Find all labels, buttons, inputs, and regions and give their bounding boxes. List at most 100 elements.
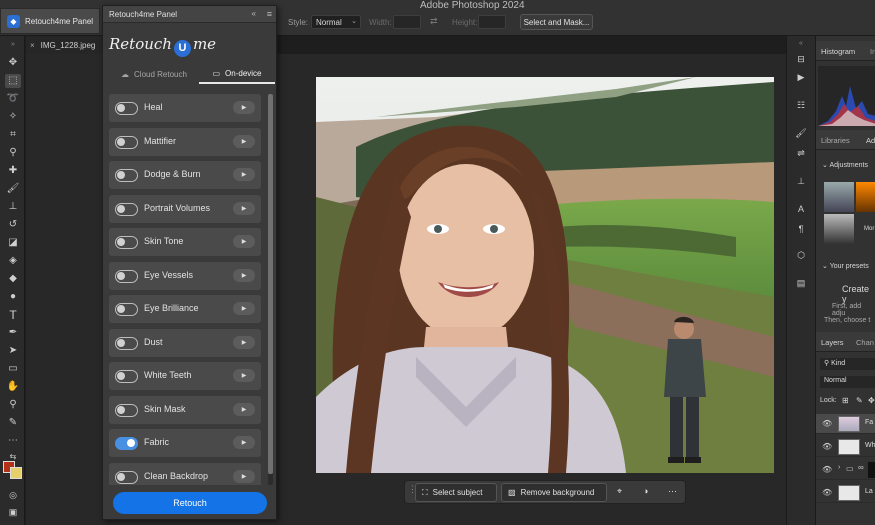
quick-mask-icon[interactable]: ◎ — [5, 488, 21, 502]
collapse-panel-icon[interactable]: « — [252, 9, 256, 18]
toggle-switch[interactable] — [115, 269, 138, 283]
collapse-icon[interactable]: » — [5, 38, 21, 52]
eye-icon[interactable]: 👁 — [822, 419, 832, 428]
swap-icon[interactable]: ⇄ — [430, 16, 438, 27]
lock-pixels-icon[interactable]: ⊞ — [842, 396, 849, 405]
eye-icon[interactable]: 👁 — [822, 465, 832, 474]
tab-libraries[interactable]: Libraries — [821, 136, 850, 145]
style-select[interactable]: Normal ⌄ — [311, 15, 361, 29]
toggle-switch[interactable] — [115, 236, 138, 249]
paint-bucket-tool-icon[interactable]: ◈ — [5, 254, 21, 268]
layer-group-row[interactable]: 👁 › ▭ ∞ — [816, 460, 875, 480]
retouch-tool-row[interactable]: White Teeth ▶ — [109, 362, 261, 390]
adjust-sliders-icon[interactable]: ⇌ — [794, 148, 808, 160]
retouch-tool-row[interactable]: Portrait Volumes ▶ — [109, 194, 261, 223]
collapse-icon[interactable]: « — [794, 40, 808, 52]
retouch-tool-row[interactable]: Heal ▶ — [109, 94, 261, 122]
brush-tool-icon[interactable]: 🖌 — [5, 182, 21, 196]
transform-icon[interactable]: ⌖ — [617, 486, 622, 497]
layer-row[interactable]: 👁 Fa — [816, 414, 875, 434]
retouch-tool-row[interactable]: Dust ▶ — [109, 328, 261, 357]
zoom-tool-icon[interactable]: ⚲ — [5, 398, 21, 412]
play-icon[interactable]: ▶ — [233, 469, 255, 483]
eye-icon[interactable]: 👁 — [822, 442, 832, 451]
select-subject-button[interactable]: ⛶ Select subject — [415, 483, 497, 502]
close-icon[interactable]: × — [30, 41, 35, 50]
play-icon[interactable]: ▶ — [233, 335, 255, 349]
healing-brush-tool-icon[interactable]: ✚ — [5, 164, 21, 178]
tab-layers[interactable]: Layers — [821, 338, 844, 347]
history-brush-tool-icon[interactable]: ↺ — [5, 218, 21, 232]
layer-row[interactable]: 👁 La — [816, 483, 875, 503]
retouch-tool-row[interactable]: Skin Tone ▶ — [109, 228, 261, 256]
retouch-tool-row[interactable]: Fabric ▶ — [109, 429, 261, 457]
tab-channels[interactable]: Chan — [856, 338, 874, 347]
retouch-tool-row[interactable]: Mattifier ▶ — [109, 127, 261, 156]
retouch4me-panel-tab[interactable]: ◆ Retouch4me Panel — [0, 8, 100, 34]
remove-background-button[interactable]: ▨ Remove background — [501, 483, 607, 502]
toggle-switch[interactable] — [115, 470, 138, 484]
tab-cloud-retouch[interactable]: ☁ Cloud Retouch — [109, 64, 199, 84]
play-icon[interactable]: ▶ — [233, 369, 255, 382]
play-icon[interactable]: ▶ — [233, 268, 255, 282]
play-icon[interactable]: ▶ — [233, 302, 255, 315]
panel-scrollbar[interactable] — [268, 94, 273, 485]
your-presets-header[interactable]: ⌄ Your presets — [822, 262, 869, 270]
brushes-icon[interactable]: 🖌 — [794, 128, 808, 140]
lasso-tool-icon[interactable]: ➰ — [5, 92, 21, 106]
eye-icon[interactable]: 👁 — [822, 488, 832, 497]
pen-tool-icon[interactable]: ✒ — [5, 326, 21, 340]
toggle-switch[interactable] — [115, 169, 138, 182]
retouch-button[interactable]: Retouch — [113, 492, 267, 514]
edit-toolbar-icon[interactable]: ✎ — [5, 416, 21, 430]
scrollbar-thumb[interactable] — [268, 94, 273, 474]
document-image[interactable] — [316, 77, 774, 473]
play-icon[interactable]: ▶ — [233, 134, 255, 148]
layer-row[interactable]: 👁 Wh — [816, 437, 875, 457]
play-icon[interactable]: ▶ — [233, 201, 255, 215]
toggle-switch[interactable] — [115, 336, 138, 350]
paragraph-icon[interactable]: ¶ — [794, 224, 808, 236]
screen-mode-icon[interactable]: ▣ — [5, 505, 21, 519]
toggle-switch[interactable] — [115, 303, 138, 316]
play-icon[interactable]: ▶ — [233, 436, 255, 449]
adjustment-preset-thumb[interactable] — [856, 182, 875, 212]
adjustments-header[interactable]: ⌄ Adjustments — [822, 161, 868, 169]
toggle-switch[interactable] — [115, 370, 138, 383]
clone-stamp-tool-icon[interactable]: ⊥ — [5, 200, 21, 214]
layer-filter-kind[interactable]: ⚲ Kind — [820, 358, 875, 370]
toggle-switch[interactable] — [115, 403, 138, 417]
adjust-icon[interactable]: ◑ — [643, 486, 648, 496]
panel-menu-icon[interactable]: ≡ — [267, 9, 272, 19]
retouch-tool-row[interactable]: Clean Backdrop ▶ — [109, 462, 261, 485]
properties-icon[interactable]: ☷ — [794, 100, 808, 112]
move-tool-icon[interactable]: ✥ — [5, 56, 21, 70]
retouch-tool-row[interactable]: Dodge & Burn ▶ — [109, 161, 261, 189]
chevron-right-icon[interactable]: › — [838, 464, 840, 471]
eyedropper-tool-icon[interactable]: ⚲ — [5, 146, 21, 160]
toggle-switch[interactable] — [115, 102, 138, 115]
retouch-tool-row[interactable]: Eye Vessels ▶ — [109, 261, 261, 290]
toggle-switch[interactable] — [115, 202, 138, 216]
magic-wand-tool-icon[interactable]: ✧ — [5, 110, 21, 124]
play-icon[interactable]: ▶ — [233, 235, 255, 248]
dodge-tool-icon[interactable]: ● — [5, 290, 21, 304]
document-tab[interactable]: × IMG_1228.jpeg — [26, 36, 103, 54]
more-presets-label[interactable]: Mor — [864, 226, 874, 232]
toggle-switch[interactable] — [115, 437, 138, 450]
adjustment-preset-thumb[interactable] — [824, 214, 854, 244]
tab-adjustments[interactable]: Ad — [866, 136, 875, 145]
history-icon[interactable]: ⊟ — [794, 54, 808, 66]
blend-mode-select[interactable]: Normal — [820, 376, 875, 388]
lock-brush-icon[interactable]: ✎ — [856, 396, 863, 405]
toggle-switch[interactable] — [115, 135, 138, 149]
retouch-tool-row[interactable]: Skin Mask ▶ — [109, 395, 261, 424]
retouch-tool-row[interactable]: Eye Brilliance ▶ — [109, 295, 261, 323]
select-and-mask-button[interactable]: Select and Mask... — [520, 14, 593, 30]
plugins-icon[interactable]: ▤ — [794, 278, 808, 290]
width-field[interactable] — [393, 15, 421, 29]
play-icon[interactable]: ▶ — [233, 402, 255, 416]
type-tool-icon[interactable]: T — [5, 308, 21, 322]
hand-tool-icon[interactable]: ✋ — [5, 380, 21, 394]
tab-info[interactable]: In — [870, 47, 875, 56]
